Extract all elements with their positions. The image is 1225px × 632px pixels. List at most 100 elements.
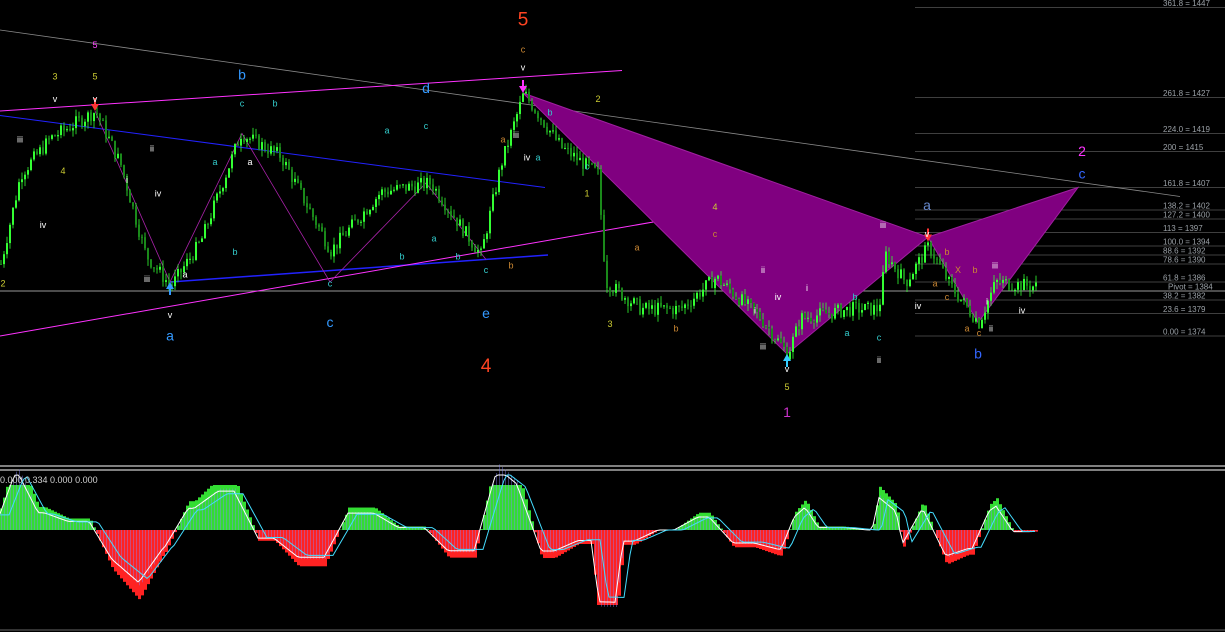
wave-label: ii <box>877 355 881 365</box>
candle-body <box>675 305 677 315</box>
candle-body <box>951 276 953 284</box>
candle-body <box>303 188 305 204</box>
candle-body <box>381 189 383 195</box>
candle-body <box>96 113 98 115</box>
candle-body <box>828 313 830 315</box>
candle-body <box>396 185 398 190</box>
candle-body <box>444 204 446 211</box>
wave-label: a <box>247 157 252 167</box>
candle-body <box>81 117 83 127</box>
fib-label: 261.8 = 1427 <box>1163 89 1210 98</box>
fib-label: 100.0 = 1394 <box>1163 238 1210 247</box>
candle-body <box>879 304 881 312</box>
candle-body <box>549 130 551 133</box>
wave-label: b <box>547 108 552 118</box>
wave-label: a <box>964 324 969 334</box>
candle-body <box>447 210 449 212</box>
candle-body <box>216 193 218 201</box>
candle-body <box>141 236 143 238</box>
candle-body <box>522 93 524 102</box>
candle-body <box>783 342 785 347</box>
fib-label: 88.6 = 1392 <box>1163 247 1206 256</box>
wave-label: b <box>399 252 404 262</box>
wave-label: ii <box>150 144 154 154</box>
candle-body <box>1011 289 1013 291</box>
candle-body <box>222 188 224 192</box>
wave-label: 5 <box>92 72 97 82</box>
wave-label: a <box>384 126 389 136</box>
candle-body <box>423 178 425 189</box>
candle-body <box>939 258 941 264</box>
candle-body <box>717 275 719 279</box>
fib-label: 200 = 1415 <box>1163 143 1204 152</box>
wave-label: c <box>240 99 245 109</box>
candle-body <box>918 257 920 264</box>
wave-label: 2 <box>0 279 5 289</box>
wave-label: b <box>272 99 277 109</box>
candle-body <box>363 211 365 222</box>
candle-body <box>453 215 455 218</box>
candle-body <box>69 129 71 131</box>
candle-body <box>0 264 2 265</box>
candle-body <box>285 161 287 166</box>
wave-label: ii <box>989 324 993 334</box>
candle-body <box>315 217 317 225</box>
wave-label: d <box>422 80 430 96</box>
candle-body <box>933 254 935 259</box>
candle-body <box>699 292 701 297</box>
candle-body <box>672 307 674 315</box>
candle-body <box>867 302 869 304</box>
fib-label: 113 = 1397 <box>1163 224 1203 233</box>
candle-body <box>642 307 644 315</box>
candle-body <box>780 338 782 343</box>
candle-body <box>87 112 89 122</box>
candle-body <box>891 262 893 265</box>
wave-label: 3 <box>607 319 612 329</box>
candle-body <box>156 267 158 270</box>
wave-label: a <box>182 270 187 280</box>
wave-label: 1 <box>584 189 589 199</box>
candle-body <box>246 139 248 142</box>
candle-body <box>459 219 461 226</box>
candle-body <box>849 306 851 316</box>
candle-body <box>600 169 602 215</box>
candle-body <box>492 194 494 211</box>
candle-body <box>276 147 278 151</box>
candle-body <box>369 209 371 215</box>
candle-body <box>30 159 32 171</box>
candle-body <box>690 305 692 307</box>
candle-body <box>807 317 809 319</box>
candle-body <box>714 278 716 289</box>
candle-body <box>462 219 464 237</box>
candle-body <box>876 305 878 312</box>
candle-body <box>909 279 911 287</box>
candle-body <box>207 224 209 226</box>
candle-body <box>201 238 203 242</box>
candle-body <box>495 192 497 195</box>
candle-body <box>831 313 833 319</box>
wave-label: a <box>634 243 639 253</box>
wave-label: 1 <box>783 404 791 420</box>
candle-body <box>1020 282 1022 291</box>
wave-label: v <box>925 229 930 239</box>
candle-body <box>474 247 476 253</box>
candle-body <box>567 147 569 149</box>
candle-body <box>477 249 479 253</box>
candle-body <box>822 308 824 310</box>
candle-body <box>150 259 152 268</box>
candle-body <box>192 258 194 260</box>
candle-body <box>660 302 662 307</box>
wave-label: c <box>424 121 429 131</box>
candle-body <box>741 294 743 306</box>
wave-label: v <box>53 94 58 104</box>
candle-body <box>21 179 23 183</box>
candle-body <box>747 299 749 304</box>
candle-body <box>387 191 389 195</box>
wave-label: iv <box>915 301 922 311</box>
candle-body <box>210 218 212 225</box>
candle-body <box>249 138 251 140</box>
wave-label: c <box>713 229 718 239</box>
fib-label: 61.8 = 1386 <box>1163 274 1206 283</box>
candle-body <box>291 169 293 182</box>
candle-body <box>813 321 815 323</box>
